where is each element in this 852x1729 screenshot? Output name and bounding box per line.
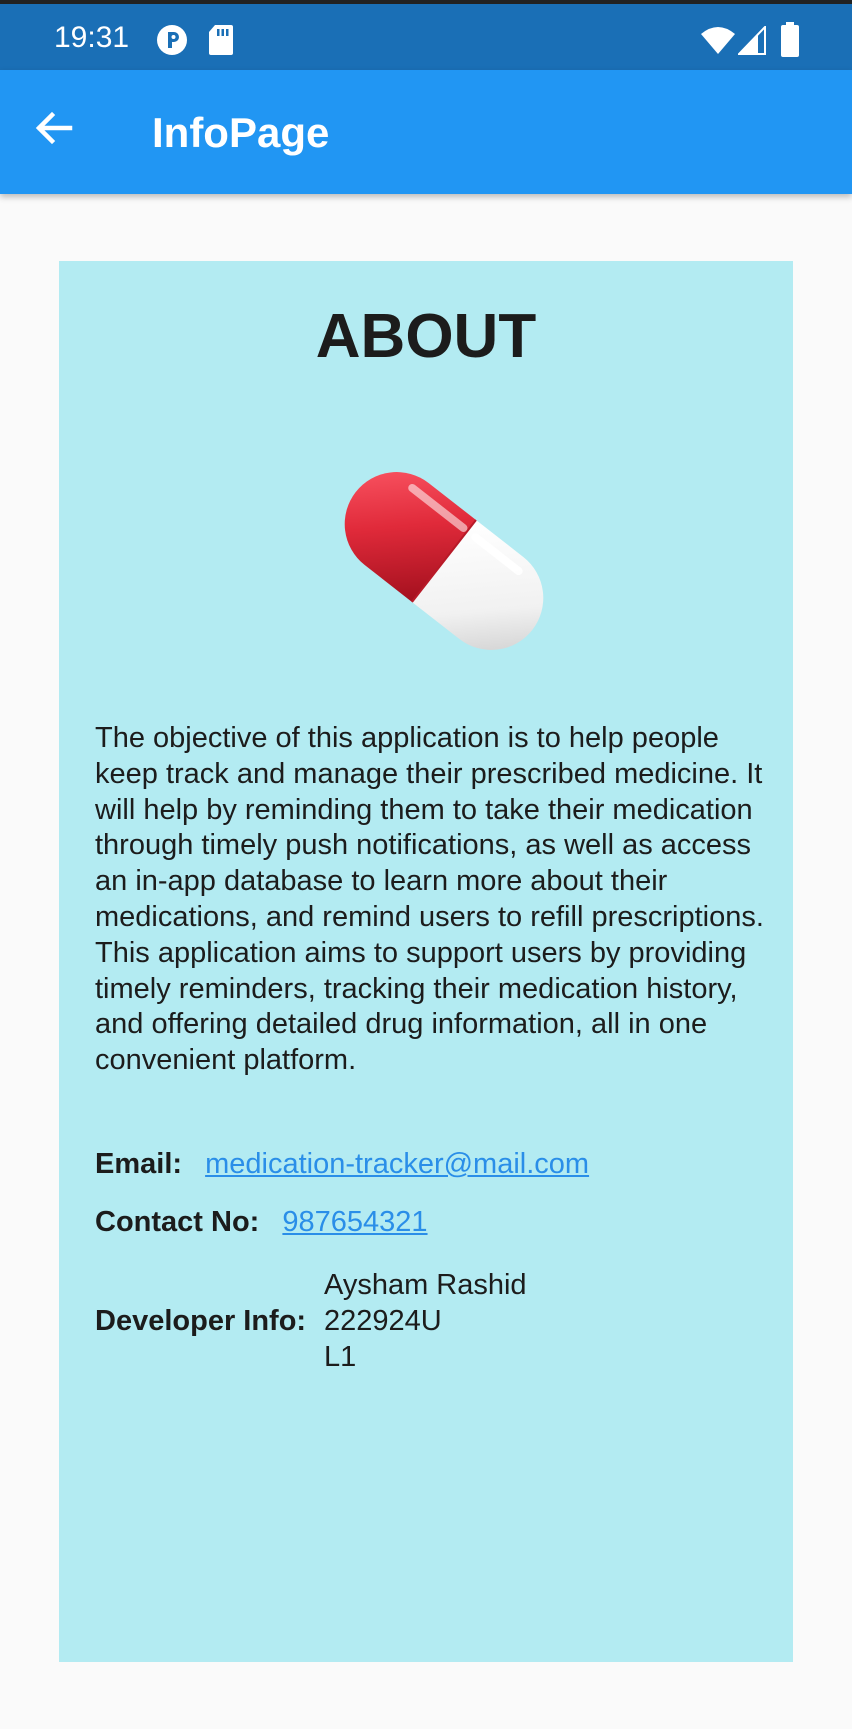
status-bar: 19:31 (0, 0, 852, 70)
wifi-icon (701, 27, 735, 54)
developer-level: L1 (324, 1341, 357, 1373)
app-bar: InfoPage (0, 70, 852, 194)
developer-label: Developer Info: (95, 1305, 307, 1337)
developer-info: Aysham Rashid 222924U L1 (324, 1267, 527, 1375)
cell-signal-icon (738, 26, 766, 55)
developer-name: Aysham Rashid (324, 1269, 527, 1301)
contact-link[interactable]: 987654321 (282, 1204, 427, 1240)
developer-id: 222924U (324, 1305, 442, 1337)
email-link[interactable]: medication-tracker@mail.com (205, 1146, 589, 1182)
email-row: Email: medication-tracker@mail.com (95, 1146, 589, 1182)
contact-row: Contact No: 987654321 (95, 1204, 428, 1240)
back-button[interactable] (28, 102, 80, 154)
status-time: 19:31 (54, 21, 130, 54)
about-heading: ABOUT (315, 302, 537, 371)
page-title: InfoPage (152, 109, 330, 156)
about-description: The objective of this application is to … (95, 722, 764, 1077)
arrow-left-icon (35, 111, 73, 145)
email-label: Email: (95, 1148, 183, 1180)
sd-card-icon (209, 25, 233, 55)
podcast-app-icon (157, 25, 187, 55)
about-card: ABOUT The objective of this application … (59, 261, 793, 1662)
contact-label: Contact No: (95, 1206, 260, 1238)
battery-icon (781, 22, 799, 57)
pill-capsule-icon (344, 472, 544, 650)
